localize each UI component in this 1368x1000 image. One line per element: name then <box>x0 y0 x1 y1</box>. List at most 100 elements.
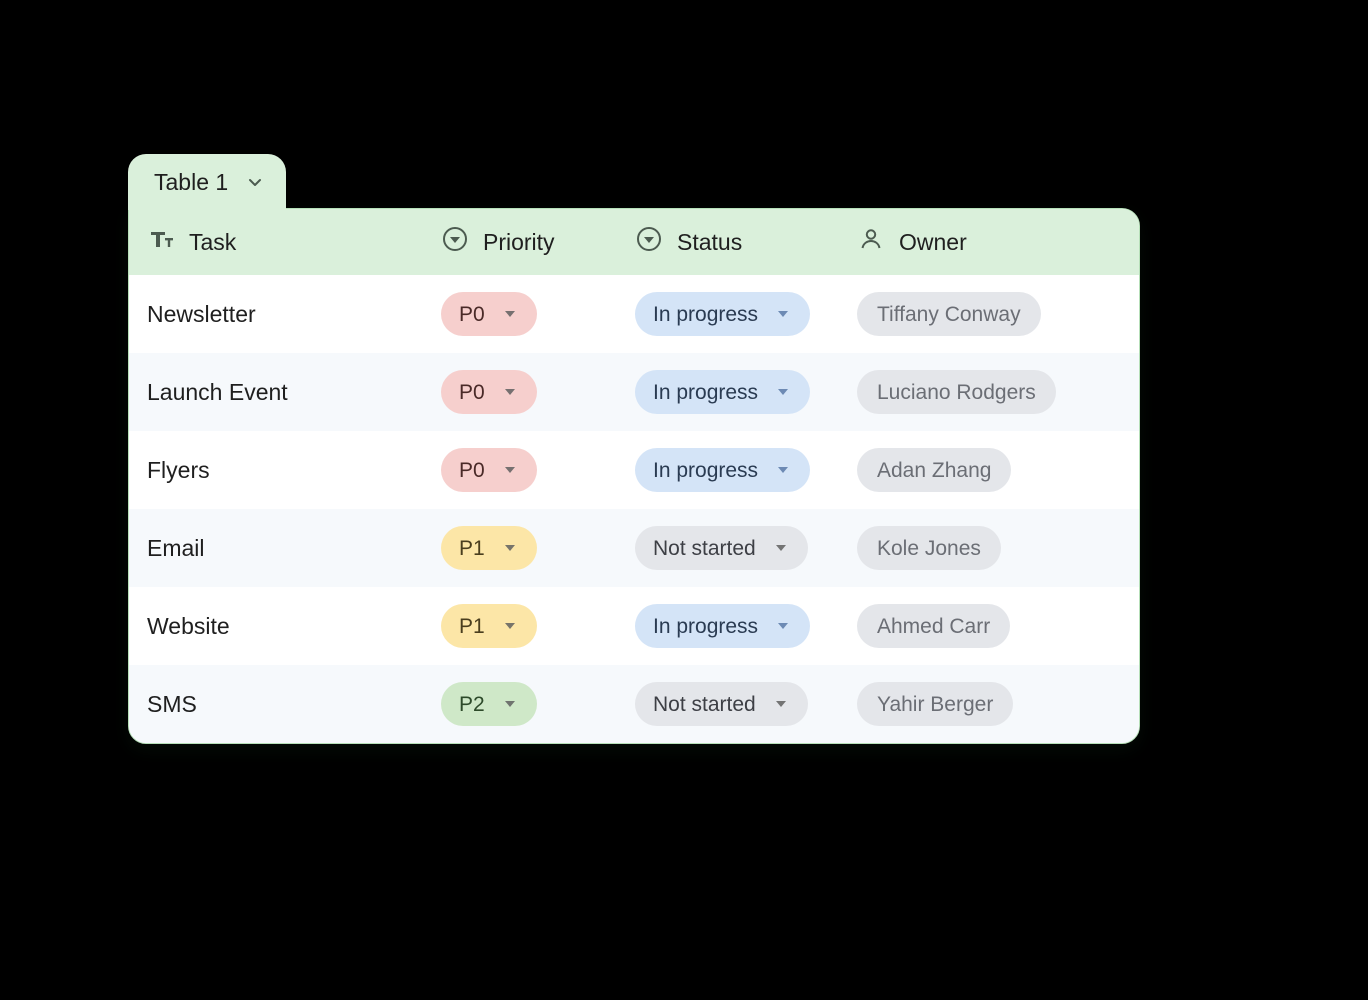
text-type-icon <box>147 225 175 259</box>
status-chip[interactable]: Not started <box>635 682 808 726</box>
table-tab-label: Table 1 <box>154 169 228 196</box>
status-cell: In progress <box>617 604 839 648</box>
dropdown-circle-icon <box>441 225 469 259</box>
status-value: In progress <box>653 616 758 637</box>
owner-name: Kole Jones <box>877 538 981 559</box>
table-row: Website P1 In progress Ahmed Carr <box>129 587 1139 665</box>
owner-chip[interactable]: Yahir Berger <box>857 682 1013 726</box>
priority-chip[interactable]: P2 <box>441 682 537 726</box>
caret-down-icon <box>505 701 515 707</box>
task-cell[interactable]: Flyers <box>129 457 423 484</box>
status-value: Not started <box>653 694 756 715</box>
owner-chip[interactable]: Luciano Rodgers <box>857 370 1056 414</box>
table-row: Launch Event P0 In progress Luciano Rodgers <box>129 353 1139 431</box>
priority-cell: P2 <box>423 682 617 726</box>
caret-down-icon <box>778 623 788 629</box>
column-header-label: Task <box>189 229 236 256</box>
priority-chip[interactable]: P1 <box>441 526 537 570</box>
task-cell[interactable]: Newsletter <box>129 301 423 328</box>
status-chip[interactable]: Not started <box>635 526 808 570</box>
status-chip[interactable]: In progress <box>635 448 810 492</box>
caret-down-icon <box>505 467 515 473</box>
owner-name: Ahmed Carr <box>877 616 990 637</box>
task-text: Newsletter <box>147 301 256 327</box>
caret-down-icon <box>776 701 786 707</box>
table-body: Newsletter P0 In progress Tiffany Conway Lau… <box>129 275 1139 743</box>
task-text: Email <box>147 535 205 561</box>
task-cell[interactable]: Email <box>129 535 423 562</box>
table-row: Flyers P0 In progress Adan Zhang <box>129 431 1139 509</box>
column-header-task[interactable]: Task <box>129 225 423 259</box>
status-cell: In progress <box>617 370 839 414</box>
owner-cell: Kole Jones <box>839 526 1139 570</box>
owner-cell: Tiffany Conway <box>839 292 1139 336</box>
task-text: SMS <box>147 691 197 717</box>
priority-chip[interactable]: P0 <box>441 448 537 492</box>
task-text: Flyers <box>147 457 210 483</box>
caret-down-icon <box>778 389 788 395</box>
status-cell: In progress <box>617 448 839 492</box>
owner-cell: Ahmed Carr <box>839 604 1139 648</box>
status-chip[interactable]: In progress <box>635 604 810 648</box>
priority-cell: P0 <box>423 448 617 492</box>
owner-name: Luciano Rodgers <box>877 382 1036 403</box>
caret-down-icon <box>505 545 515 551</box>
column-header-label: Owner <box>899 229 967 256</box>
owner-chip[interactable]: Ahmed Carr <box>857 604 1010 648</box>
caret-down-icon <box>778 311 788 317</box>
status-value: In progress <box>653 460 758 481</box>
owner-name: Adan Zhang <box>877 460 991 481</box>
column-header-priority[interactable]: Priority <box>423 225 617 259</box>
task-cell[interactable]: Website <box>129 613 423 640</box>
owner-name: Yahir Berger <box>877 694 993 715</box>
status-value: In progress <box>653 382 758 403</box>
owner-chip[interactable]: Tiffany Conway <box>857 292 1041 336</box>
owner-chip[interactable]: Adan Zhang <box>857 448 1011 492</box>
person-icon <box>857 225 885 259</box>
caret-down-icon <box>505 311 515 317</box>
task-cell[interactable]: SMS <box>129 691 423 718</box>
priority-cell: P0 <box>423 292 617 336</box>
owner-cell: Adan Zhang <box>839 448 1139 492</box>
status-cell: In progress <box>617 292 839 336</box>
owner-cell: Yahir Berger <box>839 682 1139 726</box>
priority-chip[interactable]: P1 <box>441 604 537 648</box>
priority-chip[interactable]: P0 <box>441 292 537 336</box>
table-row: SMS P2 Not started Yahir Berger <box>129 665 1139 743</box>
task-cell[interactable]: Launch Event <box>129 379 423 406</box>
caret-down-icon <box>778 467 788 473</box>
priority-chip[interactable]: P0 <box>441 370 537 414</box>
priority-value: P1 <box>459 538 485 559</box>
priority-value: P1 <box>459 616 485 637</box>
priority-value: P2 <box>459 694 485 715</box>
table-row: Email P1 Not started Kole Jones <box>129 509 1139 587</box>
priority-cell: P0 <box>423 370 617 414</box>
owner-chip[interactable]: Kole Jones <box>857 526 1001 570</box>
table-header-row: Task Priority Status <box>129 209 1139 275</box>
owner-name: Tiffany Conway <box>877 304 1021 325</box>
priority-value: P0 <box>459 382 485 403</box>
status-chip[interactable]: In progress <box>635 292 810 336</box>
status-chip[interactable]: In progress <box>635 370 810 414</box>
table-tab[interactable]: Table 1 <box>128 154 286 210</box>
owner-cell: Luciano Rodgers <box>839 370 1139 414</box>
table-row: Newsletter P0 In progress Tiffany Conway <box>129 275 1139 353</box>
table-widget: Table 1 Task <box>128 152 1140 744</box>
task-text: Launch Event <box>147 379 288 405</box>
priority-value: P0 <box>459 460 485 481</box>
column-header-label: Status <box>677 229 742 256</box>
caret-down-icon <box>505 389 515 395</box>
status-cell: Not started <box>617 682 839 726</box>
table-card: Task Priority Status <box>128 208 1140 744</box>
column-header-status[interactable]: Status <box>617 225 839 259</box>
chevron-down-icon <box>246 173 264 191</box>
column-header-label: Priority <box>483 229 555 256</box>
task-text: Website <box>147 613 230 639</box>
caret-down-icon <box>505 623 515 629</box>
priority-cell: P1 <box>423 604 617 648</box>
column-header-owner[interactable]: Owner <box>839 225 1139 259</box>
priority-cell: P1 <box>423 526 617 570</box>
status-value: In progress <box>653 304 758 325</box>
caret-down-icon <box>776 545 786 551</box>
dropdown-circle-icon <box>635 225 663 259</box>
